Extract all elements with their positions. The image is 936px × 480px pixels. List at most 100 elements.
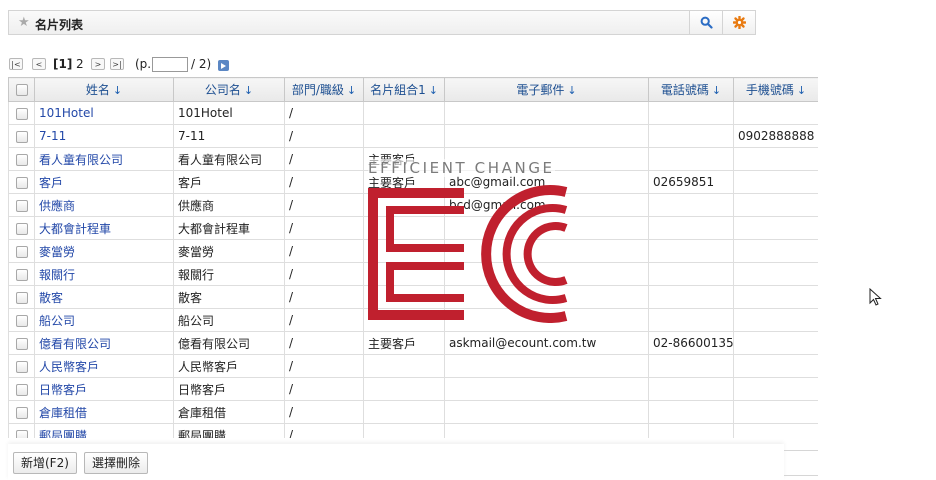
row-checkbox-cell[interactable] <box>8 308 35 332</box>
cell-col-2: / <box>284 285 364 309</box>
go-page-button[interactable] <box>218 60 229 71</box>
row-checkbox[interactable] <box>15 314 28 327</box>
row-checkbox-cell[interactable] <box>8 331 35 355</box>
footer-scroll-area <box>784 450 818 476</box>
name-link[interactable]: 倉庫租借 <box>34 400 174 424</box>
row-checkbox[interactable] <box>15 153 28 166</box>
row-checkbox[interactable] <box>15 130 28 143</box>
cell-col-5 <box>648 193 734 217</box>
cell-col-5 <box>648 147 734 171</box>
current-page: [1] <box>53 57 73 71</box>
row-checkbox-cell[interactable] <box>8 124 35 148</box>
row-checkbox[interactable] <box>15 337 28 350</box>
new-button[interactable]: 新增(F2) <box>13 452 77 474</box>
table-row[interactable]: 101Hotel 101Hotel / <box>8 101 818 125</box>
name-link[interactable]: 郵局團購 <box>34 423 174 438</box>
row-checkbox[interactable] <box>15 383 28 396</box>
row-checkbox-cell[interactable] <box>8 262 35 286</box>
sort-arrow-icon[interactable]: ↓ <box>244 84 253 97</box>
last-page-button[interactable]: >| <box>110 58 124 70</box>
sort-arrow-icon[interactable]: ↓ <box>712 84 721 97</box>
row-checkbox[interactable] <box>15 406 28 419</box>
table-row[interactable]: 人民幣客戶 人民幣客戶 / <box>8 354 818 378</box>
row-checkbox-cell[interactable] <box>8 147 35 171</box>
column-header-2[interactable]: 部門/職級 ↓ <box>284 77 364 102</box>
cell-col-2: / <box>284 101 364 125</box>
next-page-button[interactable]: > <box>91 58 105 70</box>
delete-selected-button[interactable]: 選擇刪除 <box>84 452 149 474</box>
column-header-5[interactable]: 電話號碼 ↓ <box>648 77 734 102</box>
column-header-label: 姓名 <box>85 83 110 97</box>
name-link[interactable]: 人民幣客戶 <box>34 354 174 378</box>
row-checkbox[interactable] <box>15 291 28 304</box>
row-checkbox[interactable] <box>15 222 28 235</box>
sort-arrow-icon[interactable]: ↓ <box>113 84 122 97</box>
column-header-1[interactable]: 公司名 ↓ <box>173 77 285 102</box>
row-checkbox[interactable] <box>15 268 28 281</box>
row-checkbox-cell[interactable] <box>8 423 35 438</box>
settings-button[interactable] <box>722 11 755 34</box>
sort-arrow-icon[interactable]: ↓ <box>797 84 806 97</box>
row-checkbox[interactable] <box>15 360 28 373</box>
cell-col-1: 散客 <box>173 285 285 309</box>
cell-col-1: 大都會計程車 <box>173 216 285 240</box>
column-header-label: 公司名 <box>204 83 241 97</box>
row-checkbox-cell[interactable] <box>8 285 35 309</box>
cell-col-6 <box>733 170 818 194</box>
select-all-checkbox-cell[interactable] <box>8 77 35 102</box>
name-link[interactable]: 散客 <box>34 285 174 309</box>
name-link[interactable]: 麥當勞 <box>34 239 174 263</box>
table-row[interactable]: 7-11 7-11/0902888888 <box>8 124 818 148</box>
row-checkbox-cell[interactable] <box>8 193 35 217</box>
name-link[interactable]: 看人童有限公司 <box>34 147 174 171</box>
row-checkbox-cell[interactable] <box>8 354 35 378</box>
page-title: 名片列表 <box>35 18 84 32</box>
first-page-button[interactable]: |< <box>9 58 23 70</box>
cell-col-5 <box>648 377 734 401</box>
cell-col-1: 日幣客戶 <box>173 377 285 401</box>
row-checkbox-cell[interactable] <box>8 170 35 194</box>
table-row[interactable]: 日幣客戶 日幣客戶 / <box>8 377 818 401</box>
row-checkbox[interactable] <box>15 429 28 438</box>
star-icon[interactable]: ★ <box>18 15 30 30</box>
name-link[interactable]: 101Hotel <box>34 101 174 125</box>
select-all-checkbox[interactable] <box>15 84 28 96</box>
column-header-6[interactable]: 手機號碼 ↓ <box>733 77 818 102</box>
cell-col-6 <box>733 308 818 332</box>
cell-col-2: / <box>284 170 364 194</box>
sort-arrow-icon[interactable]: ↓ <box>567 84 576 97</box>
search-button[interactable] <box>689 11 722 34</box>
row-checkbox-cell[interactable] <box>8 400 35 424</box>
name-link[interactable]: 供應商 <box>34 193 174 217</box>
table-row[interactable]: 億看有限公司 億看有限公司 / 主要客戶 askmail@ecount.com.tw 02… <box>8 331 818 355</box>
name-link[interactable]: 船公司 <box>34 308 174 332</box>
row-checkbox[interactable] <box>15 176 28 189</box>
name-link[interactable]: 7-11 <box>34 124 174 148</box>
row-checkbox-cell[interactable] <box>8 377 35 401</box>
row-checkbox-cell[interactable] <box>8 216 35 240</box>
sort-arrow-icon[interactable]: ↓ <box>347 84 356 97</box>
page-link-2[interactable]: 2 <box>76 57 84 71</box>
column-header-4[interactable]: 電子郵件 ↓ <box>444 77 649 102</box>
row-checkbox[interactable] <box>15 199 28 212</box>
row-checkbox[interactable] <box>15 107 28 120</box>
page-number-input[interactable] <box>152 57 188 72</box>
sort-arrow-icon[interactable]: ↓ <box>429 84 438 97</box>
cell-col-2: / <box>284 216 364 240</box>
row-checkbox-cell[interactable] <box>8 239 35 263</box>
column-header-label: 電話號碼 <box>660 83 709 97</box>
name-link[interactable]: 日幣客戶 <box>34 377 174 401</box>
table-row[interactable]: 倉庫租借 倉庫租借 / <box>8 400 818 424</box>
table-row[interactable]: 郵局團購 郵局團購 / <box>8 423 818 438</box>
name-link[interactable]: 客戶 <box>34 170 174 194</box>
cell-col-1: 7-11 <box>173 124 285 148</box>
row-checkbox-cell[interactable] <box>8 101 35 125</box>
column-header-3[interactable]: 名片組合1 ↓ <box>363 77 445 102</box>
name-link[interactable]: 報關行 <box>34 262 174 286</box>
name-link[interactable]: 億看有限公司 <box>34 331 174 355</box>
row-checkbox[interactable] <box>15 245 28 258</box>
cell-col-5 <box>648 308 734 332</box>
prev-page-button[interactable]: < <box>32 58 46 70</box>
name-link[interactable]: 大都會計程車 <box>34 216 174 240</box>
column-header-0[interactable]: 姓名 ↓ <box>34 77 174 102</box>
